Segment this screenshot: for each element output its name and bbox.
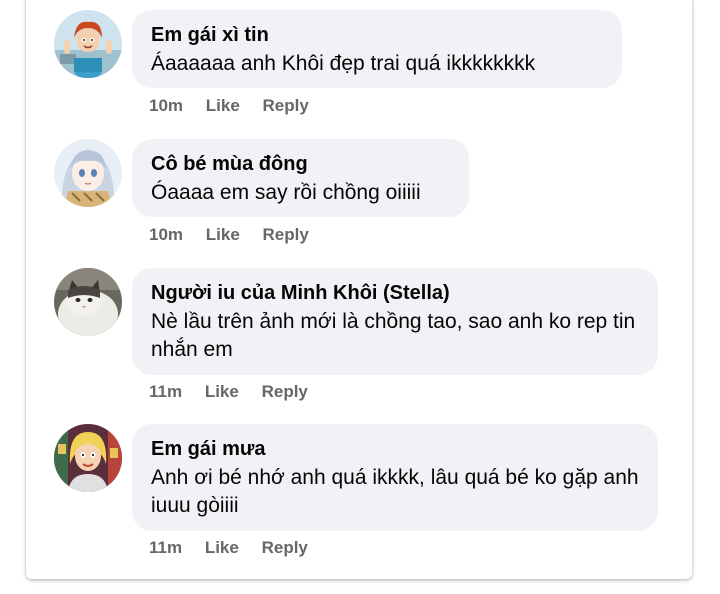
comments-panel: Em gái xì tin Áaaaaaa anh Khôi đẹp trai … <box>26 0 692 579</box>
comment-actions: 10m Like Reply <box>149 225 327 245</box>
comment-author[interactable]: Em gái mưa <box>151 436 640 462</box>
cartoon-woman-avatar[interactable] <box>54 10 122 78</box>
comment-timestamp[interactable]: 11m <box>149 538 182 557</box>
comment-author[interactable]: Cô bé mùa đông <box>151 151 451 177</box>
anime-girl-avatar[interactable] <box>54 139 122 207</box>
comment-bubble: Em gái xì tin Áaaaaaa anh Khôi đẹp trai … <box>132 10 622 88</box>
comment-text: Nè lầu trên ảnh mới là chồng tao, sao an… <box>151 310 636 361</box>
reply-button[interactable]: Reply <box>263 225 309 244</box>
cat-photo-avatar[interactable] <box>54 268 122 336</box>
comment-text: Anh ơi bé nhớ anh quá ikkkk, lâu quá bé … <box>151 466 639 517</box>
comment-timestamp[interactable]: 10m <box>149 96 183 115</box>
like-button[interactable]: Like <box>205 382 239 401</box>
comment-actions: 10m Like Reply <box>149 96 327 116</box>
reply-button[interactable]: Reply <box>263 96 309 115</box>
comment-bubble: Em gái mưa Anh ơi bé nhớ anh quá ikkkk, … <box>132 424 658 531</box>
cartoon-blonde-avatar[interactable] <box>54 424 122 492</box>
like-button[interactable]: Like <box>205 538 239 557</box>
comment-bubble: Người iu của Minh Khôi (Stella) Nè lầu t… <box>132 268 658 375</box>
comment-actions: 11m Like Reply <box>149 538 326 558</box>
like-button[interactable]: Like <box>206 225 240 244</box>
reply-button[interactable]: Reply <box>262 382 308 401</box>
comment-actions: 11m Like Reply <box>149 382 326 402</box>
comment-author[interactable]: Người iu của Minh Khôi (Stella) <box>151 280 640 306</box>
comment-timestamp[interactable]: 11m <box>149 382 182 401</box>
comment-text: Áaaaaaa anh Khôi đẹp trai quá ikkkkkkkk <box>151 52 536 75</box>
comment-bubble: Cô bé mùa đông Óaaaa em say rồi chồng oi… <box>132 139 469 217</box>
comment-timestamp[interactable]: 10m <box>149 225 183 244</box>
comment-author[interactable]: Em gái xì tin <box>151 22 604 48</box>
comment-text: Óaaaa em say rồi chồng oiiiii <box>151 181 421 204</box>
reply-button[interactable]: Reply <box>262 538 308 557</box>
like-button[interactable]: Like <box>206 96 240 115</box>
